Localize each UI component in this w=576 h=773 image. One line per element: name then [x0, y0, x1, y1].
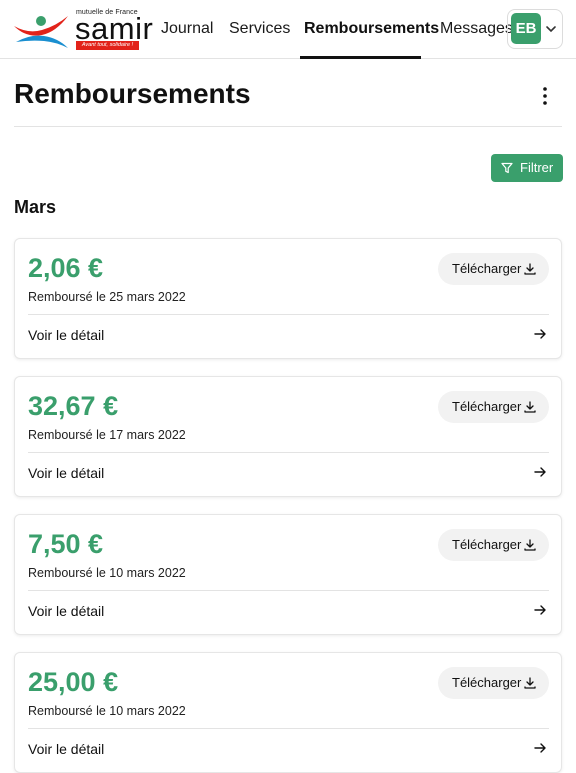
nav-services[interactable]: Services [229, 0, 290, 59]
card-divider [28, 590, 549, 591]
reimbursement-card: 25,00 € Remboursé le 10 mars 2022 Téléch… [14, 652, 562, 773]
reimbursement-amount: 32,67 € [28, 391, 119, 421]
card-divider [28, 728, 549, 729]
more-vertical-icon[interactable] [537, 86, 553, 106]
download-button[interactable]: Télécharger [438, 529, 549, 561]
reimbursement-date: Remboursé le 10 mars 2022 [28, 566, 186, 580]
reimbursement-amount: 25,00 € [28, 667, 119, 697]
reimbursement-date: Remboursé le 10 mars 2022 [28, 704, 186, 718]
filter-icon [501, 162, 513, 174]
filter-button[interactable]: Filtrer [491, 154, 563, 182]
reimbursement-amount: 7,50 € [28, 529, 104, 559]
download-button[interactable]: Télécharger [438, 667, 549, 699]
download-icon [524, 263, 536, 275]
reimbursement-card: 32,67 € Remboursé le 17 mars 2022 Téléch… [14, 376, 562, 497]
download-label: Télécharger [452, 261, 522, 276]
download-label: Télécharger [452, 537, 522, 552]
logo-mark-icon [14, 16, 68, 48]
card-divider [28, 452, 549, 453]
detail-link[interactable]: Voir le détail [28, 465, 104, 481]
arrow-right-icon[interactable] [534, 742, 546, 754]
nav-journal[interactable]: Journal [161, 0, 213, 59]
nav-label: Remboursements [304, 20, 440, 37]
download-icon [524, 539, 536, 551]
nav-label: Messages [440, 20, 513, 37]
samir-logo[interactable]: mutuelle de France samir Avant tout, sol… [12, 8, 153, 52]
reimbursement-card: 2,06 € Remboursé le 25 mars 2022 Télécha… [14, 238, 562, 359]
logo-slogan: Avant tout, solidaire ! [76, 41, 139, 50]
nav-messages[interactable]: Messages [440, 0, 513, 59]
download-label: Télécharger [452, 675, 522, 690]
nav-label: Services [229, 20, 291, 37]
download-button[interactable]: Télécharger [438, 253, 549, 285]
title-divider [14, 126, 562, 127]
detail-link[interactable]: Voir le détail [28, 603, 104, 619]
reimbursement-card: 7,50 € Remboursé le 10 mars 2022 Télécha… [14, 514, 562, 635]
nav-label: Journal [161, 20, 214, 37]
detail-link[interactable]: Voir le détail [28, 327, 104, 343]
logo-wordmark: samir [75, 11, 154, 46]
nav-remboursements[interactable]: Remboursements [304, 0, 439, 59]
app-header: mutuelle de France samir Avant tout, sol… [0, 0, 576, 59]
download-icon [524, 401, 536, 413]
reimbursement-amount: 2,06 € [28, 253, 104, 283]
reimbursement-date: Remboursé le 25 mars 2022 [28, 290, 186, 304]
filter-label: Filtrer [520, 160, 554, 175]
arrow-right-icon[interactable] [534, 466, 546, 478]
nav-active-indicator [300, 56, 421, 59]
detail-link[interactable]: Voir le détail [28, 741, 104, 757]
arrow-right-icon[interactable] [534, 604, 546, 616]
chevron-down-icon[interactable] [545, 24, 557, 34]
card-divider [28, 314, 549, 315]
reimbursement-date: Remboursé le 17 mars 2022 [28, 428, 186, 442]
download-button[interactable]: Télécharger [438, 391, 549, 423]
avatar[interactable]: EB [511, 13, 541, 44]
month-heading: Mars [14, 197, 57, 217]
arrow-right-icon[interactable] [534, 328, 546, 340]
page-title: Remboursements [14, 78, 251, 109]
download-icon [524, 677, 536, 689]
download-label: Télécharger [452, 399, 522, 414]
